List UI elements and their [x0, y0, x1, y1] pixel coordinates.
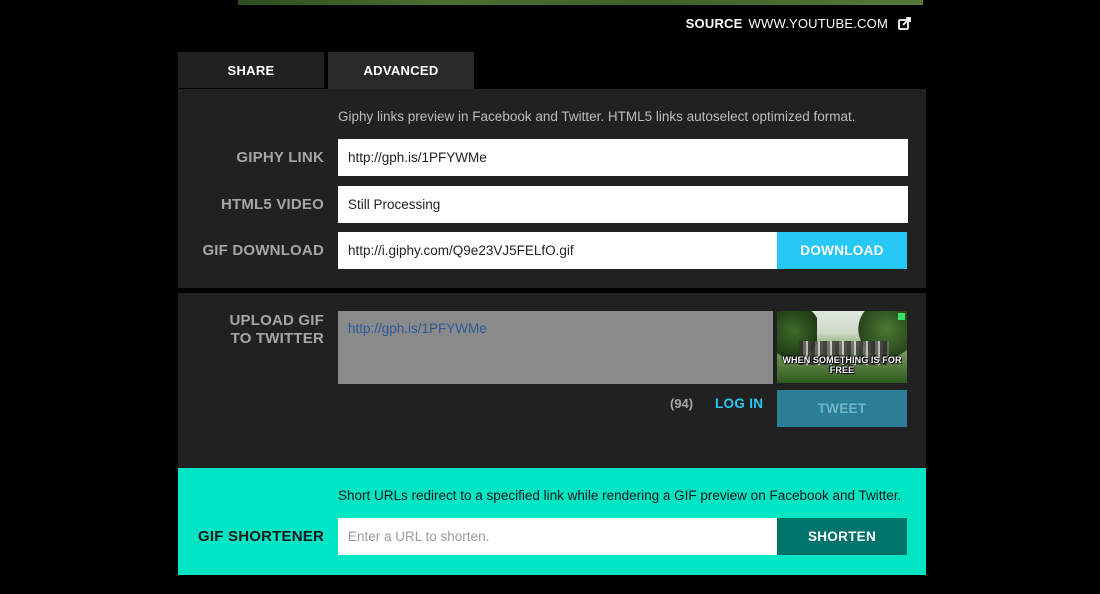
- character-count: (94): [670, 396, 694, 411]
- source-link[interactable]: WWW.YOUTUBE.COM: [749, 16, 889, 31]
- download-button[interactable]: DOWNLOAD: [777, 232, 907, 269]
- tab-bar: SHARE ADVANCED: [178, 52, 474, 89]
- source-label: SOURCE: [685, 15, 743, 31]
- tab-share[interactable]: SHARE: [178, 52, 324, 88]
- shorten-url-input[interactable]: [338, 518, 777, 555]
- upload-panel: UPLOAD GIF TO TWITTER http://gph.is/1PFY…: [178, 293, 926, 468]
- links-info-text: Giphy links preview in Facebook and Twit…: [338, 109, 856, 124]
- html5-video-label: HTML5 VIDEO: [220, 196, 324, 213]
- giphy-link-field[interactable]: http://gph.is/1PFYWMe: [338, 139, 908, 176]
- upload-label-line2: TO TWITTER: [230, 330, 324, 347]
- gif-download-field[interactable]: http://i.giphy.com/Q9e23VJ5FELfO.gif: [338, 232, 777, 269]
- gif-thumbnail: WHEN SOMETHING IS FOR FREE: [777, 311, 907, 383]
- shortener-panel: Short URLs redirect to a specified link …: [178, 468, 926, 575]
- links-panel: Giphy links preview in Facebook and Twit…: [178, 89, 926, 288]
- tweet-textarea[interactable]: http://gph.is/1PFYWMe: [338, 311, 773, 384]
- tweet-button[interactable]: TWEET: [777, 390, 907, 427]
- thumbnail-caption: WHEN SOMETHING IS FOR FREE: [782, 355, 902, 375]
- gif-preview-strip: [238, 0, 923, 5]
- upload-gif-label: UPLOAD GIF TO TWITTER: [230, 312, 325, 348]
- login-link[interactable]: LOG IN: [715, 396, 763, 411]
- html5-video-field[interactable]: Still Processing: [338, 186, 908, 223]
- shorten-button[interactable]: SHORTEN: [777, 518, 907, 555]
- gif-shortener-label: GIF SHORTENER: [198, 528, 324, 545]
- thumbnail-badge: [898, 313, 905, 320]
- source-row: SOURCE WWW.YOUTUBE.COM: [686, 14, 912, 32]
- shortener-info-text: Short URLs redirect to a specified link …: [338, 488, 902, 503]
- giphy-link-label: GIPHY LINK: [236, 149, 324, 166]
- external-share-icon[interactable]: [898, 16, 912, 30]
- gif-download-label: GIF DOWNLOAD: [202, 242, 324, 259]
- upload-label-line1: UPLOAD GIF: [229, 312, 324, 329]
- tab-advanced[interactable]: ADVANCED: [328, 52, 474, 89]
